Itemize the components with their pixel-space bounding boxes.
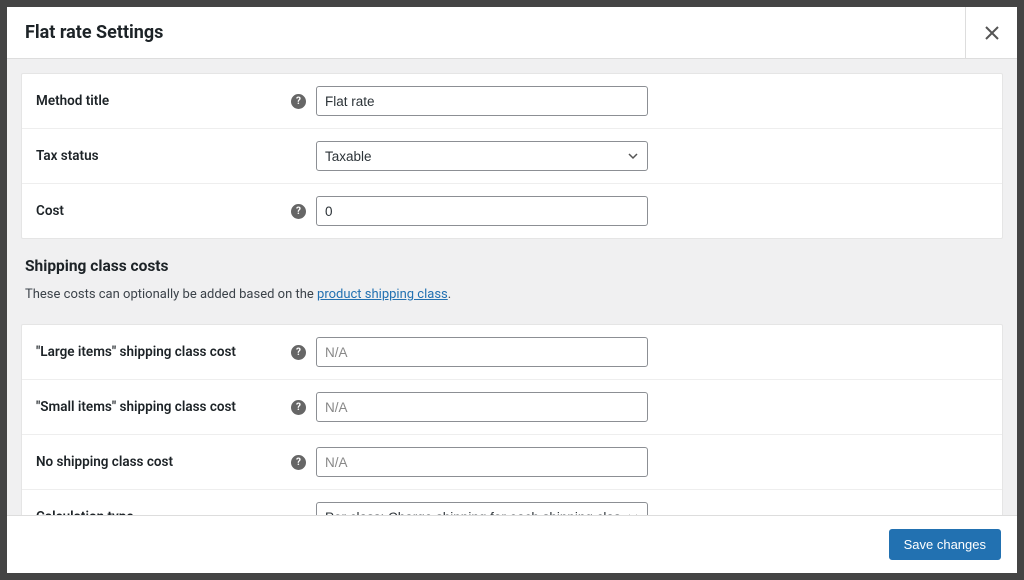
method-title-row: Method title ? — [22, 74, 1002, 129]
method-title-label: Method title ? — [36, 93, 316, 109]
no-class-input[interactable] — [316, 447, 648, 477]
modal-footer: Save changes — [7, 515, 1017, 573]
modal-title: Flat rate Settings — [7, 22, 163, 43]
shipping-class-group: "Large items" shipping class cost ? "Sma… — [21, 324, 1003, 515]
cost-label: Cost ? — [36, 203, 316, 219]
small-items-input[interactable] — [316, 392, 648, 422]
large-items-row: "Large items" shipping class cost ? — [22, 325, 1002, 380]
large-items-field — [316, 337, 648, 367]
save-changes-button[interactable]: Save changes — [889, 529, 1001, 560]
small-items-label: "Small items" shipping class cost ? — [36, 399, 316, 415]
label-text: Cost — [36, 203, 64, 219]
help-icon[interactable]: ? — [291, 345, 306, 360]
large-items-label: "Large items" shipping class cost ? — [36, 344, 316, 360]
large-items-input[interactable] — [316, 337, 648, 367]
method-title-input[interactable] — [316, 86, 648, 116]
no-class-row: No shipping class cost ? — [22, 435, 1002, 490]
small-items-row: "Small items" shipping class cost ? — [22, 380, 1002, 435]
help-icon[interactable]: ? — [291, 400, 306, 415]
tax-status-row: Tax status Taxable — [22, 129, 1002, 184]
cost-input[interactable] — [316, 196, 648, 226]
desc-suffix: . — [448, 287, 451, 302]
tax-status-field: Taxable — [316, 141, 648, 171]
help-icon[interactable]: ? — [291, 455, 306, 470]
cost-row: Cost ? — [22, 184, 1002, 238]
section-desc: These costs can optionally be added base… — [25, 287, 999, 302]
close-icon — [985, 21, 999, 45]
calc-type-field: Per class: Charge shipping for each ship… — [316, 502, 648, 515]
general-settings-group: Method title ? Tax status Taxable — [21, 73, 1003, 239]
label-text: No shipping class cost — [36, 454, 173, 470]
desc-prefix: These costs can optionally be added base… — [25, 287, 317, 302]
help-icon[interactable]: ? — [291, 94, 306, 109]
tax-status-label: Tax status — [36, 148, 316, 164]
no-class-field — [316, 447, 648, 477]
close-button[interactable] — [965, 7, 1017, 59]
shipping-class-heading: Shipping class costs These costs can opt… — [21, 239, 1003, 324]
label-text: Tax status — [36, 148, 99, 164]
label-text: "Large items" shipping class cost — [36, 344, 236, 360]
calc-type-select[interactable]: Per class: Charge shipping for each ship… — [316, 502, 648, 515]
modal-header: Flat rate Settings — [7, 7, 1017, 59]
small-items-field — [316, 392, 648, 422]
tax-status-select[interactable]: Taxable — [316, 141, 648, 171]
product-shipping-class-link[interactable]: product shipping class — [317, 287, 448, 302]
no-class-label: No shipping class cost ? — [36, 454, 316, 470]
cost-field — [316, 196, 648, 226]
method-title-field — [316, 86, 648, 116]
section-title: Shipping class costs — [25, 257, 999, 275]
settings-modal: Flat rate Settings Method title ? Tax st… — [7, 7, 1017, 573]
modal-body: Method title ? Tax status Taxable — [7, 59, 1017, 515]
help-icon[interactable]: ? — [291, 204, 306, 219]
calc-type-row: Calculation type Per class: Charge shipp… — [22, 490, 1002, 515]
label-text: Method title — [36, 93, 109, 109]
label-text: "Small items" shipping class cost — [36, 399, 236, 415]
